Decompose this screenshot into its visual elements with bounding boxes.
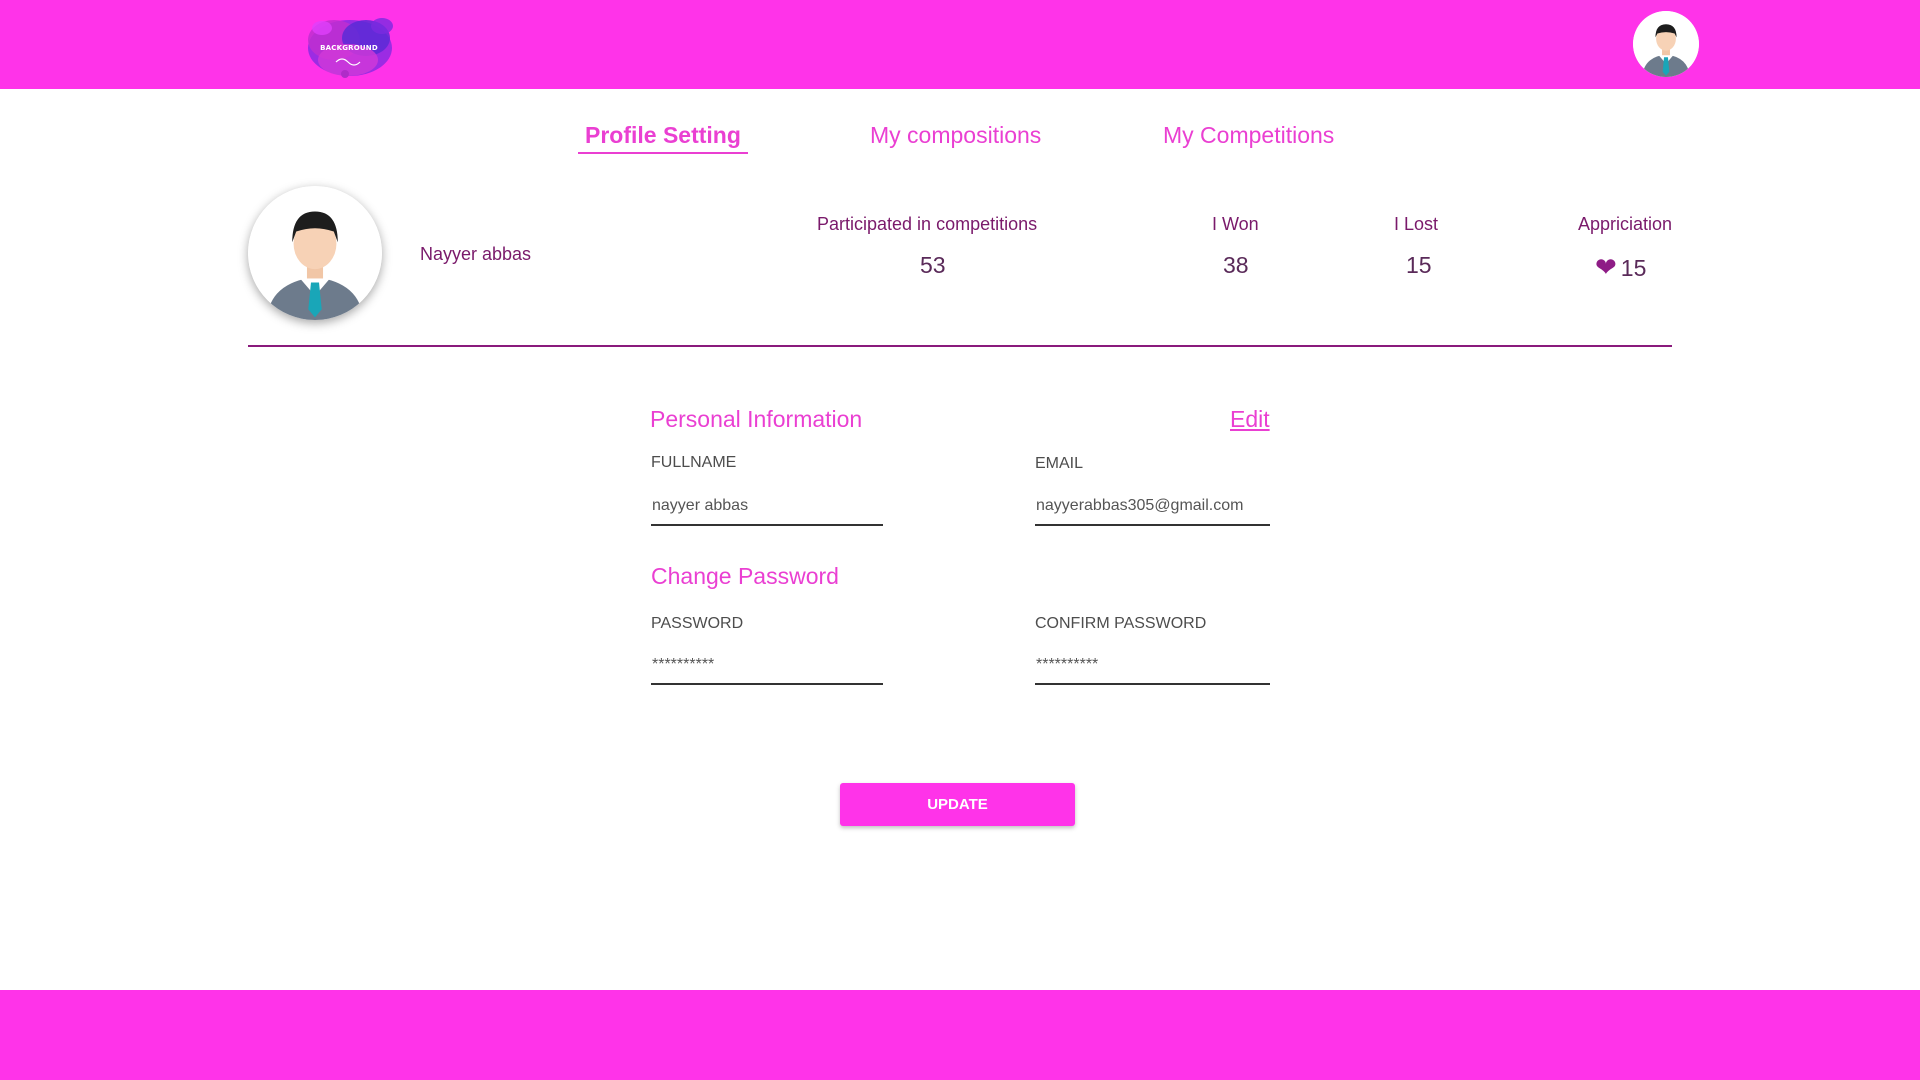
email-field[interactable] [1035,488,1270,526]
personal-info-title: Personal Information [650,406,863,432]
edit-link[interactable]: Edit [1230,406,1270,433]
footer-bar [0,990,1920,1080]
password-field[interactable] [651,647,883,685]
section-divider [248,345,1672,347]
password-label: PASSWORD [651,615,744,632]
tab-my-competitions[interactable]: My Competitions [1163,120,1334,152]
confirm-password-label: CONFIRM PASSWORD [1035,615,1207,632]
stat-appreciation-value: 15 [1620,255,1647,281]
confirm-password-field[interactable] [1035,647,1270,685]
stat-participated-value: 53 [920,252,946,278]
stat-participated-label: Participated in competitions [817,214,1038,234]
user-avatar-icon [248,186,382,320]
stat-appreciation-label: Appriciation [1578,214,1673,234]
tab-my-compositions[interactable]: My compositions [870,120,1041,152]
user-avatar-icon [1633,11,1699,77]
header-user-avatar[interactable] [1633,11,1699,77]
email-label: EMAIL [1035,455,1084,472]
stat-lost-value: 15 [1406,252,1432,278]
heart-icon: ❤ [1595,252,1617,282]
brand-logo[interactable]: BACKGROUND [300,12,398,82]
profile-avatar[interactable] [248,186,382,320]
change-password-title: Change Password [651,563,839,589]
stat-won-label: I Won [1212,214,1259,234]
tab-profile-setting[interactable]: Profile Setting [578,120,748,154]
update-button[interactable]: UPDATE [840,783,1075,826]
profile-tabs: Profile Setting My compositions My Compe… [0,120,1920,160]
stat-won-value: 38 [1223,252,1249,278]
logo-text: BACKGROUND [320,44,378,52]
fullname-field[interactable] [651,488,883,526]
stat-lost-label: I Lost [1394,214,1439,234]
fullname-label: FULLNAME [651,454,737,471]
stat-appreciation: ❤ 15 [1595,252,1646,283]
profile-name: Nayyer abbas [420,244,532,264]
top-bar: BACKGROUND [0,0,1920,89]
